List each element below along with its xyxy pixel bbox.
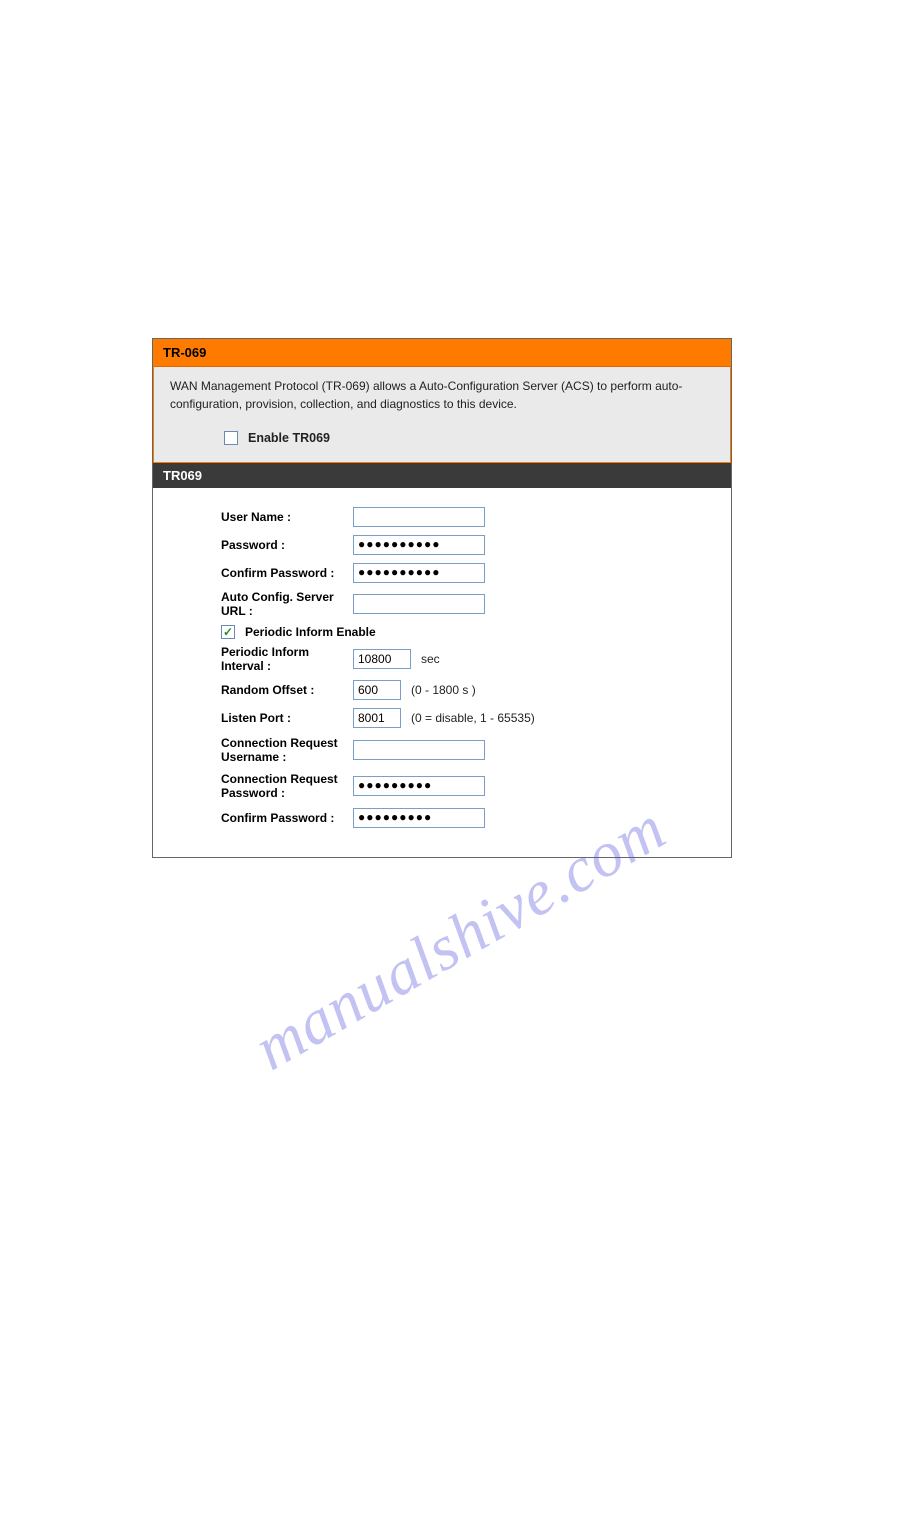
- random-offset-row: Random Offset : (0 - 1800 s ): [163, 679, 721, 701]
- conn-req-user-row: Connection Request Username :: [163, 735, 721, 765]
- conn-req-pass-input[interactable]: ●●●●●●●●●: [353, 776, 485, 796]
- password-label: Password :: [163, 538, 353, 552]
- periodic-interval-input[interactable]: [353, 649, 411, 669]
- listen-port-input[interactable]: [353, 708, 401, 728]
- acs-url-label: Auto Config. Server URL :: [163, 590, 353, 619]
- random-offset-label: Random Offset :: [163, 683, 353, 697]
- listen-port-label: Listen Port :: [163, 711, 353, 725]
- section-header: TR069: [153, 463, 731, 488]
- enable-tr069-label: Enable TR069: [248, 429, 330, 448]
- conn-req-confirm-row: Confirm Password : ●●●●●●●●●: [163, 807, 721, 829]
- acs-url-input[interactable]: [353, 594, 485, 614]
- confirm-password-label: Confirm Password :: [163, 566, 353, 580]
- conn-req-user-input[interactable]: [353, 740, 485, 760]
- listen-port-row: Listen Port : (0 = disable, 1 - 65535): [163, 707, 721, 729]
- conn-req-pass-label: Connection Request Password :: [163, 772, 353, 801]
- conn-req-user-label: Connection Request Username :: [163, 736, 353, 765]
- username-row: User Name :: [163, 506, 721, 528]
- conn-req-confirm-input[interactable]: ●●●●●●●●●: [353, 808, 485, 828]
- password-row: Password : ●●●●●●●●●●: [163, 534, 721, 556]
- periodic-inform-checkbox[interactable]: [221, 625, 235, 639]
- conn-req-pass-row: Connection Request Password : ●●●●●●●●●: [163, 771, 721, 801]
- random-offset-input[interactable]: [353, 680, 401, 700]
- panel-header: TR-069: [153, 339, 731, 367]
- enable-tr069-row: Enable TR069: [224, 429, 714, 448]
- enable-tr069-checkbox[interactable]: [224, 431, 238, 445]
- confirm-password-row: Confirm Password : ●●●●●●●●●●: [163, 562, 721, 584]
- periodic-inform-row: Periodic Inform Enable: [221, 625, 721, 639]
- acs-url-row: Auto Config. Server URL :: [163, 590, 721, 619]
- password-input[interactable]: ●●●●●●●●●●: [353, 535, 485, 555]
- confirm-password-input[interactable]: ●●●●●●●●●●: [353, 563, 485, 583]
- periodic-interval-label: Periodic Inform Interval :: [163, 645, 353, 674]
- listen-port-hint: (0 = disable, 1 - 65535): [411, 711, 535, 725]
- intro-text: WAN Management Protocol (TR-069) allows …: [170, 377, 714, 413]
- random-offset-hint: (0 - 1800 s ): [411, 683, 476, 697]
- tr069-form: User Name : Password : ●●●●●●●●●● Confir…: [153, 488, 731, 858]
- conn-req-confirm-label: Confirm Password :: [163, 811, 353, 825]
- periodic-interval-hint: sec: [421, 652, 440, 666]
- periodic-interval-row: Periodic Inform Interval : sec: [163, 645, 721, 674]
- periodic-inform-label: Periodic Inform Enable: [245, 625, 376, 639]
- tr069-panel: TR-069 WAN Management Protocol (TR-069) …: [152, 338, 732, 858]
- intro-box: WAN Management Protocol (TR-069) allows …: [153, 367, 731, 463]
- username-input[interactable]: [353, 507, 485, 527]
- username-label: User Name :: [163, 510, 353, 524]
